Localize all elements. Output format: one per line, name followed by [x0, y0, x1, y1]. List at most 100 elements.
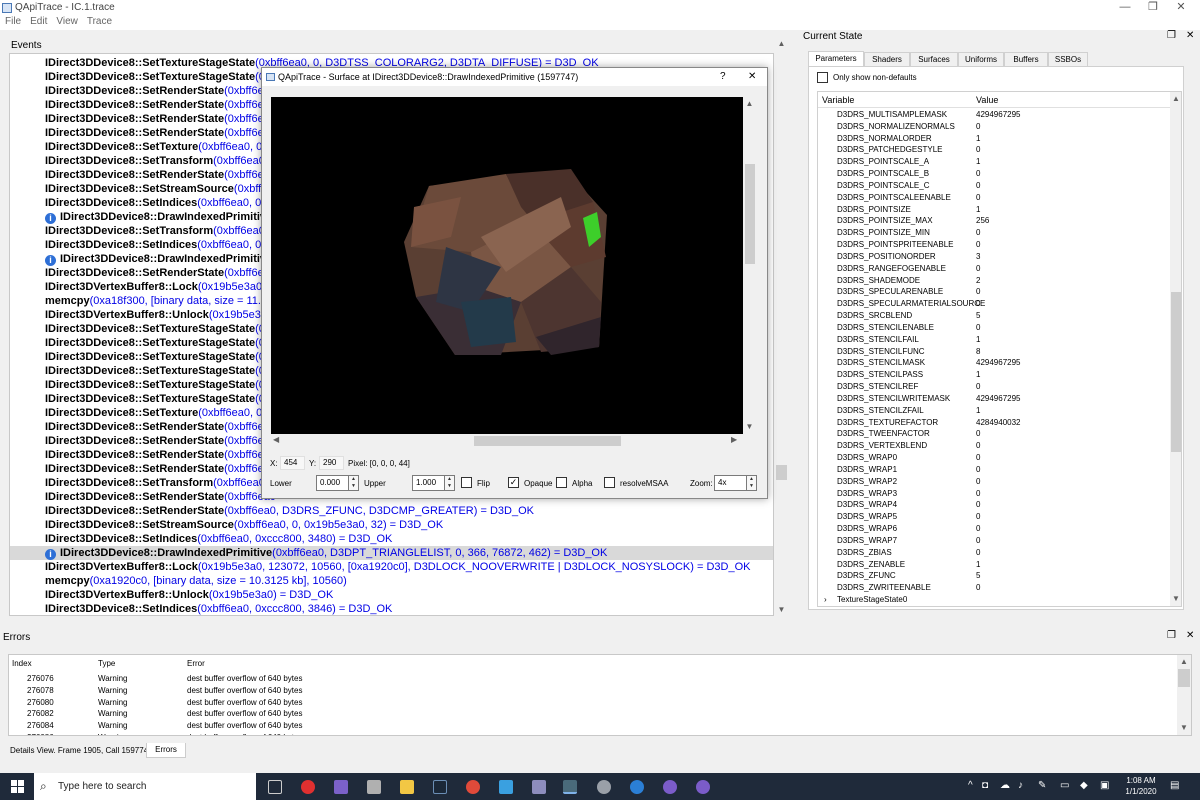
volume-icon[interactable]: ♪	[1018, 780, 1023, 791]
upper-input[interactable]: 1.000	[412, 475, 445, 491]
event-row[interactable]: IDirect3DVertexBuffer8::Unlock(0x19b5e3a…	[10, 588, 773, 602]
scroll-up-icon[interactable]: ▲	[743, 99, 756, 108]
errors-table[interactable]: Index Type Error 276076 Warning dest buffe…	[8, 654, 1192, 736]
event-row[interactable]: memcpy(0xa1920c0, [binary data, size = 1…	[10, 574, 773, 588]
keyboard-icon[interactable]: ▭	[1060, 780, 1069, 791]
close-button[interactable]: ✕	[1166, 0, 1196, 16]
column-type[interactable]: Type	[98, 658, 115, 670]
alpha-checkbox[interactable]	[556, 477, 567, 488]
parameter-row[interactable]: D3DRS_ZFUNC 5	[818, 570, 1170, 582]
parameter-row[interactable]: D3DRS_STENCILZFAIL 1	[818, 405, 1170, 417]
undock-icon[interactable]: ❐	[1167, 30, 1176, 41]
app-violet-icon-2[interactable]	[696, 780, 710, 794]
scroll-down-icon[interactable]: ▼	[775, 605, 788, 614]
undock-icon[interactable]: ❐	[1167, 630, 1176, 641]
minimize-button[interactable]: —	[1110, 0, 1140, 16]
flip-checkbox[interactable]	[461, 477, 472, 488]
parameter-row[interactable]: D3DRS_STENCILREF 0	[818, 381, 1170, 393]
store-icon[interactable]	[499, 780, 513, 794]
parameter-row[interactable]: D3DRS_POINTSIZE_MAX 256	[818, 215, 1170, 227]
parameter-row[interactable]: D3DRS_MULTISAMPLEMASK 4294967295	[818, 109, 1170, 121]
scroll-up-icon[interactable]: ▲	[1170, 94, 1181, 103]
parameters-table[interactable]: Variable Value D3DRS_MULTISAMPLEMASK 4294…	[817, 91, 1182, 607]
error-row[interactable]: 276086 Warning dest buffer overflow of 640…	[9, 732, 1177, 735]
event-row[interactable]: IDirect3DDevice8::SetStreamSource(0xbff6…	[10, 518, 773, 532]
column-variable[interactable]: Variable	[822, 95, 854, 105]
parameter-row[interactable]: D3DRS_STENCILWRITEMASK 4294967295	[818, 393, 1170, 405]
parameter-row[interactable]: D3DRS_TEXTUREFACTOR 4284940032	[818, 417, 1170, 429]
app-controller-icon[interactable]	[532, 780, 546, 794]
errors-scroll-thumb[interactable]	[1178, 669, 1190, 687]
chrome-icon[interactable]	[466, 780, 480, 794]
scroll-down-icon[interactable]: ▼	[1170, 594, 1181, 603]
error-row[interactable]: 276080 Warning dest buffer overflow of 640…	[9, 697, 1177, 709]
errors-scrollbar[interactable]: ▲ ▼	[1177, 655, 1191, 735]
parameter-row[interactable]: D3DRS_NORMALIZENORMALS 0	[818, 121, 1170, 133]
menu-file[interactable]: File	[5, 16, 21, 28]
parameter-row[interactable]: D3DRS_STENCILPASS 1	[818, 369, 1170, 381]
event-row[interactable]: IDirect3DDevice8::SetRenderState(0xbff6e…	[10, 504, 773, 518]
parameter-row[interactable]: D3DRS_WRAP2 0	[818, 476, 1170, 488]
parameter-row[interactable]: D3DRS_WRAP5 0	[818, 511, 1170, 523]
parameters-scrollbar[interactable]: ▲ ▼	[1170, 92, 1181, 606]
clock[interactable]: 1:08 AM 1/1/2020	[1122, 775, 1160, 797]
parameter-row[interactable]: D3DRS_POSITIONORDER 3	[818, 251, 1170, 263]
parameter-row[interactable]: D3DRS_SPECULARMATERIALSOURCE 0	[818, 298, 1170, 310]
error-row[interactable]: 276078 Warning dest buffer overflow of 640…	[9, 685, 1177, 697]
steam-icon[interactable]	[433, 780, 447, 794]
app-violet-icon[interactable]	[663, 780, 677, 794]
parameter-row[interactable]: D3DRS_RANGEFOGENABLE 0	[818, 263, 1170, 275]
close-panel-icon[interactable]: ✕	[1186, 630, 1194, 641]
parameter-row[interactable]: D3DRS_POINTSIZE_MIN 0	[818, 227, 1170, 239]
surface-image[interactable]	[271, 97, 743, 434]
maximize-button[interactable]: ❐	[1138, 0, 1168, 16]
parameter-row[interactable]: D3DRS_ZENABLE 1	[818, 559, 1170, 571]
help-button[interactable]: ?	[720, 68, 726, 86]
surface-vscroll[interactable]: ▲ ▼	[743, 97, 756, 434]
tab-uniforms[interactable]: Uniforms	[958, 52, 1004, 66]
surface-hscroll[interactable]: ◀ ▶	[271, 434, 743, 448]
cloud-icon[interactable]: ☁	[1000, 780, 1010, 791]
close-panel-icon[interactable]: ✕	[1186, 30, 1194, 41]
column-index[interactable]: Index	[12, 658, 32, 670]
parameter-row[interactable]: D3DRS_WRAP0 0	[818, 452, 1170, 464]
opaque-checkbox[interactable]: ✓	[508, 477, 519, 488]
tray-chevron-icon[interactable]: ^	[968, 780, 973, 791]
dialog-close-button[interactable]: ✕	[748, 68, 756, 86]
zoom-input[interactable]: 4x	[714, 475, 747, 491]
surface-vscroll-thumb[interactable]	[745, 164, 755, 264]
app-tray-icon[interactable]: ▣	[1100, 780, 1109, 791]
tab-surfaces[interactable]: Surfaces	[910, 52, 958, 66]
event-row[interactable]: IDirect3DDevice8::SetIndices(0xbff6ea0, …	[10, 532, 773, 546]
parameter-row[interactable]: D3DRS_SRCBLEND 5	[818, 310, 1170, 322]
notifications-icon[interactable]: ▤	[1170, 780, 1179, 791]
menu-trace[interactable]: Trace	[87, 16, 112, 28]
file-explorer-icon[interactable]	[400, 780, 414, 794]
scroll-right-icon[interactable]: ▶	[731, 435, 737, 444]
group-row[interactable]: › TextureStageState0	[818, 594, 1170, 606]
only-non-defaults-checkbox[interactable]	[817, 72, 828, 83]
tab-shaders[interactable]: Shaders	[864, 52, 910, 66]
scroll-down-icon[interactable]: ▼	[1177, 723, 1191, 732]
network-icon[interactable]: ◘	[982, 780, 988, 791]
parameter-row[interactable]: D3DRS_NORMALORDER 1	[818, 133, 1170, 145]
parameter-row[interactable]: D3DRS_STENCILFUNC 8	[818, 346, 1170, 358]
pen-icon[interactable]: ✎	[1038, 780, 1046, 791]
tab-errors[interactable]: Errors	[146, 743, 186, 758]
edge-icon[interactable]	[630, 780, 644, 794]
app-globe-icon[interactable]	[597, 780, 611, 794]
taskbar-search[interactable]: ⌕ Type here to search	[34, 773, 256, 800]
parameter-row[interactable]: D3DRS_PATCHEDGESTYLE 0	[818, 144, 1170, 156]
parameter-row[interactable]: D3DRS_POINTSIZE 1	[818, 204, 1170, 216]
parameter-row[interactable]: D3DRS_WRAP3 0	[818, 488, 1170, 500]
events-scroll-thumb[interactable]	[776, 465, 787, 480]
events-scrollbar[interactable]: ▲ ▼	[775, 38, 788, 616]
app-purple-icon[interactable]	[334, 780, 348, 794]
error-row[interactable]: 276076 Warning dest buffer overflow of 640…	[9, 673, 1177, 685]
surface-hscroll-thumb[interactable]	[474, 436, 621, 446]
lower-input[interactable]: 0.000	[316, 475, 349, 491]
menu-edit[interactable]: Edit	[30, 16, 47, 28]
scroll-up-icon[interactable]: ▲	[1177, 657, 1191, 666]
parameter-row[interactable]: D3DRS_SHADEMODE 2	[818, 275, 1170, 287]
expand-chevron-icon[interactable]: ›	[824, 594, 827, 606]
